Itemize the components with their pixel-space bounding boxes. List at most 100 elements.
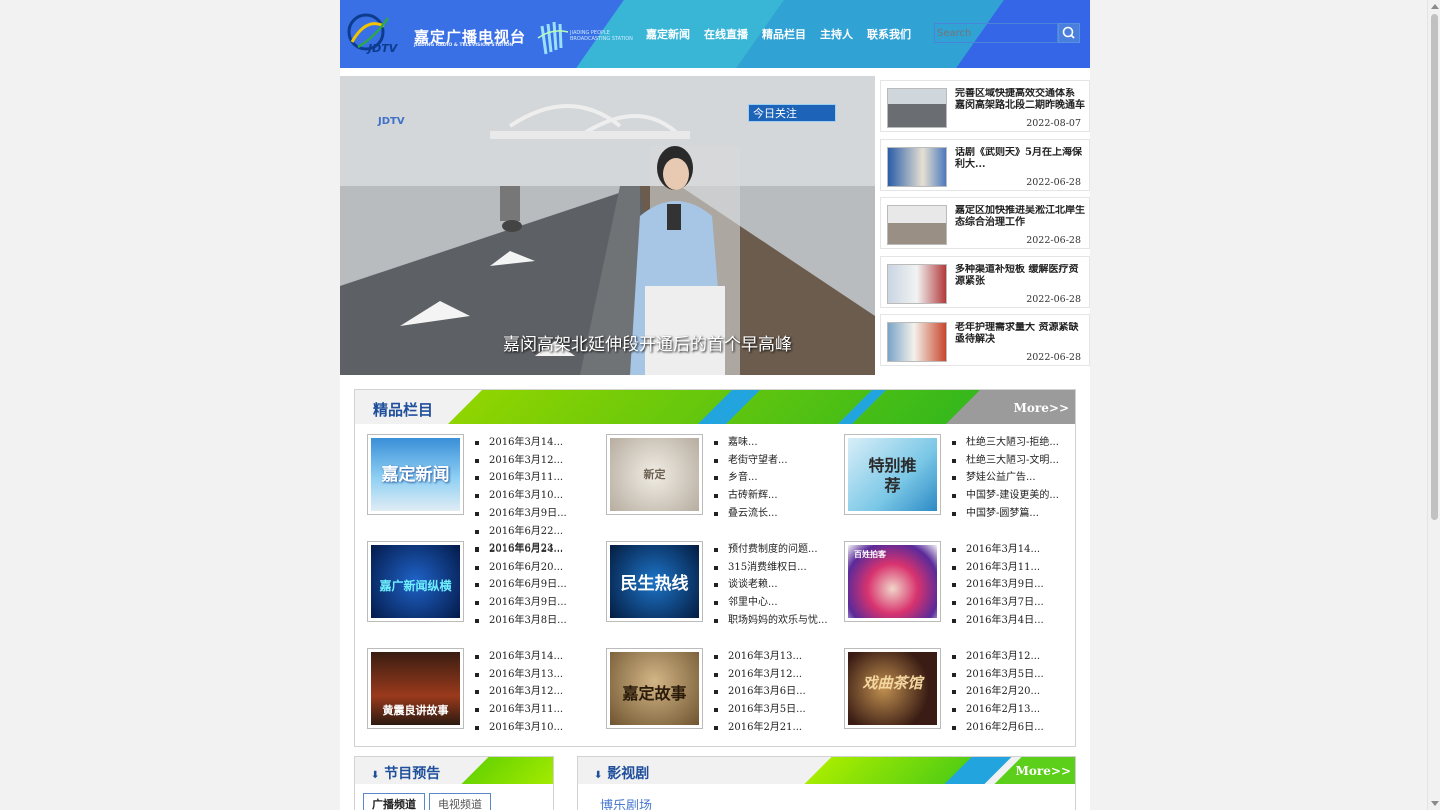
list-item[interactable]: 中国梦-建设更美的... <box>952 487 1059 505</box>
nav-contact[interactable]: 联系我们 <box>867 26 911 42</box>
list-item[interactable]: 2016年3月9日... <box>475 505 567 523</box>
program-thumb[interactable]: 百姓拍客 <box>844 541 941 622</box>
list-item[interactable]: 2016年3月8日... <box>475 612 567 630</box>
news-title[interactable]: 老年护理需求量大 资源紧缺亟待解决 <box>955 322 1085 346</box>
hero-watermark: JDTV <box>378 116 405 127</box>
scroll-up-icon[interactable] <box>1431 4 1439 9</box>
list-item[interactable]: 邻里中心... <box>714 594 828 612</box>
list-item[interactable]: 杜绝三大陋习-拒绝... <box>952 434 1059 452</box>
program-thumb[interactable]: 戏曲茶馆 <box>844 648 941 729</box>
more-link[interactable]: More>> <box>1016 764 1071 778</box>
tab-radio[interactable]: 广播频道 <box>363 793 425 810</box>
nav-featured[interactable]: 精品栏目 <box>762 26 806 42</box>
list-item[interactable]: 叠云流长... <box>714 505 788 523</box>
news-thumb[interactable] <box>887 322 947 362</box>
more-link[interactable]: More>> <box>1014 401 1069 415</box>
list-item[interactable]: 2016年3月11... <box>475 701 563 719</box>
program-cell: 嘉定新闻 2016年3月14... 2016年3月12... 2016年3月11… <box>367 434 605 554</box>
list-item[interactable]: 2016年3月11... <box>475 469 567 487</box>
list-item[interactable]: 315消费维权日... <box>714 559 828 577</box>
program-thumb[interactable]: 黄震良讲故事 <box>367 648 464 729</box>
list-item[interactable]: 嘉味... <box>714 434 788 452</box>
list-item[interactable]: 2016年3月5日... <box>714 701 806 719</box>
news-title[interactable]: 多种渠道补短板 缓解医疗资源紧张 <box>955 264 1085 288</box>
list-item[interactable]: 2016年3月11... <box>952 559 1044 577</box>
list-item[interactable]: 职场妈妈的欢乐与忧... <box>714 612 828 630</box>
list-item[interactable]: 2016年3月13... <box>714 648 806 666</box>
news-item[interactable]: 话剧《武则天》5月在上海保利大... 2022-06-28 <box>880 138 1090 191</box>
program-thumb[interactable]: 嘉广新闻纵横 <box>367 541 464 622</box>
list-item[interactable]: 2016年6月20... <box>475 559 567 577</box>
program-list: 2016年3月14... 2016年3月11... 2016年3月9日... 2… <box>952 541 1044 630</box>
list-item[interactable]: 杜绝三大陋习-文明... <box>952 452 1059 470</box>
list-item[interactable]: 谈谈老赖... <box>714 576 828 594</box>
list-item[interactable]: 2016年3月9日... <box>952 576 1044 594</box>
list-item[interactable]: 2016年6月22... <box>475 523 567 541</box>
list-item[interactable]: 老街守望者... <box>714 452 788 470</box>
list-item[interactable]: 2016年2月13... <box>952 701 1044 719</box>
program-thumb[interactable]: 嘉定新闻 <box>367 434 464 515</box>
list-item[interactable]: 中国梦-圆梦篇... <box>952 505 1059 523</box>
list-item[interactable]: 2016年3月4日... <box>952 612 1044 630</box>
program-thumb[interactable]: 嘉定故事 <box>606 648 703 729</box>
list-item[interactable]: 古砖新辉... <box>714 487 788 505</box>
nav-hosts[interactable]: 主持人 <box>820 26 853 42</box>
thumb-label: 戏曲茶馆 <box>862 674 923 692</box>
news-thumb[interactable] <box>887 146 947 187</box>
jdtv-logo-icon[interactable]: JDTV <box>344 12 414 56</box>
list-item[interactable]: 2016年3月14... <box>952 541 1044 559</box>
list-item[interactable]: 2016年3月12... <box>475 683 563 701</box>
search-input[interactable] <box>935 24 1057 42</box>
list-item[interactable]: 2016年3月12... <box>952 648 1044 666</box>
list-item[interactable]: 2016年2月21... <box>714 719 806 737</box>
program-thumb[interactable]: 特别推荐 <box>844 434 941 515</box>
list-item[interactable]: 2016年3月14... <box>475 434 567 452</box>
hero-slide[interactable]: 今日关注 JDTV 嘉闵高架北延伸段开通后的首个早高峰 <box>340 76 875 375</box>
list-item[interactable]: 2016年3月10... <box>475 719 563 737</box>
news-thumb[interactable] <box>887 263 947 304</box>
search-box <box>934 23 1058 43</box>
news-title[interactable]: 嘉定区加快推进吴淞江北岸生态综合治理工作 <box>955 205 1085 229</box>
section-title: 精品栏目 <box>373 401 434 419</box>
thumb-label: 黄震良讲故事 <box>382 704 449 717</box>
program-thumb[interactable]: 新定 <box>606 434 703 515</box>
list-item[interactable]: 2016年3月14... <box>475 648 563 666</box>
news-thumb[interactable] <box>887 88 947 128</box>
list-item[interactable]: 2016年3月7日... <box>952 594 1044 612</box>
news-date: 2022-06-28 <box>1026 235 1081 246</box>
search-button[interactable] <box>1058 23 1080 43</box>
program-list: 2016年3月13... 2016年3月12... 2016年3月6日... 2… <box>714 648 806 737</box>
list-item[interactable]: 2016年3月12... <box>475 452 567 470</box>
scrollbar[interactable] <box>1427 0 1440 810</box>
tab-tv[interactable]: 电视频道 <box>429 793 491 810</box>
list-item[interactable]: 乡音... <box>714 469 788 487</box>
hero-caption[interactable]: 嘉闵高架北延伸段开通后的首个早高峰 <box>340 330 875 355</box>
nav-jiading-news[interactable]: 嘉定新闻 <box>646 26 690 42</box>
list-item[interactable]: 2016年3月6日... <box>714 683 806 701</box>
news-title[interactable]: 话剧《武则天》5月在上海保利大... <box>955 147 1085 171</box>
list-item[interactable]: 预付费制度的问题... <box>714 541 828 559</box>
list-item[interactable]: 2016年3月13... <box>475 666 563 684</box>
drama-theater-link[interactable]: 博乐剧场 <box>600 795 652 810</box>
scrollbar-thumb[interactable] <box>1431 14 1438 520</box>
news-item[interactable]: 嘉定区加快推进吴淞江北岸生态综合治理工作 2022-06-28 <box>880 197 1090 249</box>
list-item[interactable]: 2016年6月9日... <box>475 576 567 594</box>
news-thumb[interactable] <box>887 205 947 245</box>
list-item[interactable]: 梦娃公益广告... <box>952 469 1059 487</box>
list-item[interactable]: 2016年3月9日... <box>475 594 567 612</box>
list-item[interactable]: 2016年3月12... <box>714 666 806 684</box>
news-item[interactable]: 老年护理需求量大 资源紧缺亟待解决 2022-06-28 <box>880 314 1090 366</box>
scroll-down-icon[interactable] <box>1431 801 1439 806</box>
list-item[interactable]: 2016年2月6日... <box>952 719 1044 737</box>
featured-section: 精品栏目 More>> 嘉定新闻 2016年3月14... 2016年3月12.… <box>354 389 1076 747</box>
nav-live[interactable]: 在线直播 <box>704 26 748 42</box>
list-item[interactable]: 2016年3月5日... <box>952 666 1044 684</box>
news-item[interactable]: 完善区域快捷高效交通体系 嘉闵高架路北段二期昨晚通车 2022-08-07 <box>880 80 1090 132</box>
list-item[interactable]: 2016年6月24... <box>475 541 567 559</box>
news-title[interactable]: 完善区域快捷高效交通体系 嘉闵高架路北段二期昨晚通车 <box>955 88 1085 112</box>
list-item[interactable]: 2016年3月10... <box>475 487 567 505</box>
program-thumb[interactable]: 民生热线 <box>606 541 703 622</box>
list-item[interactable]: 2016年2月20... <box>952 683 1044 701</box>
news-item[interactable]: 多种渠道补短板 缓解医疗资源紧张 2022-06-28 <box>880 255 1090 308</box>
program-cell: 嘉定故事 2016年3月13... 2016年3月12... 2016年3月6日… <box>606 648 844 748</box>
